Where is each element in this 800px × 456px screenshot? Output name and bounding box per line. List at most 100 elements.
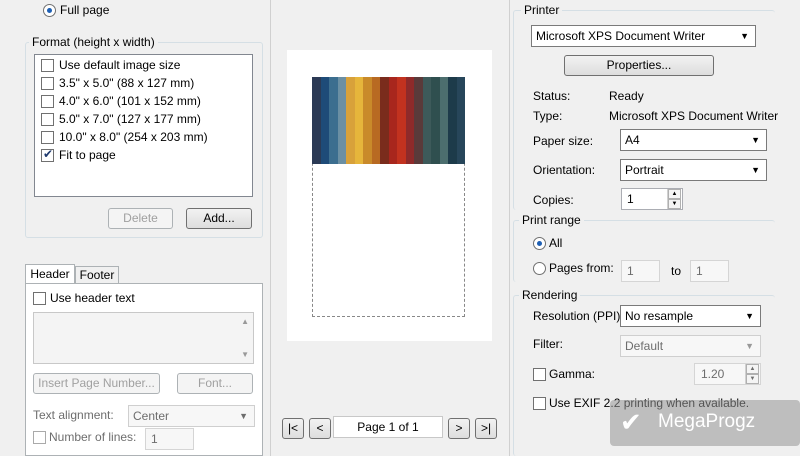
orientation-select[interactable]: Portrait ▼ <box>620 159 767 181</box>
printer-name: Microsoft XPS Document Writer <box>536 29 706 43</box>
scroll-up-icon: ▲ <box>241 317 249 326</box>
orientation-value: Portrait <box>625 163 664 177</box>
number-of-lines-label: Number of lines: <box>49 430 137 444</box>
image-stripe <box>346 77 355 164</box>
image-stripe <box>414 77 423 164</box>
font-button[interactable]: Font... <box>177 373 253 394</box>
type-label: Type: <box>533 109 563 123</box>
all-radio[interactable] <box>533 237 546 250</box>
text-alignment-select[interactable]: Center ▼ <box>128 405 255 427</box>
format-list-item[interactable]: 3.5" x 5.0" (88 x 127 mm) <box>35 73 252 91</box>
use-header-text-label: Use header text <box>50 291 135 305</box>
image-stripe <box>363 77 372 164</box>
filter-select[interactable]: Default ▼ <box>620 335 761 357</box>
delete-button[interactable]: Delete <box>108 208 173 229</box>
format-list-item[interactable]: 10.0" x 8.0" (254 x 203 mm) <box>35 127 252 145</box>
tab-footer[interactable]: Footer <box>75 266 119 284</box>
image-stripe <box>448 77 457 164</box>
image-stripe <box>405 77 414 164</box>
image-stripe <box>354 77 363 164</box>
image-stripe <box>371 77 380 164</box>
pages-to-input[interactable]: 1 <box>690 260 729 282</box>
format-item-label: 5.0" x 7.0" (127 x 177 mm) <box>59 112 201 126</box>
image-stripe <box>388 77 397 164</box>
image-stripe <box>397 77 406 164</box>
gamma-value: 1.20 <box>701 367 725 381</box>
format-list[interactable]: Use default image size 3.5" x 5.0" (88 x … <box>34 54 253 197</box>
full-page-radio[interactable] <box>43 4 56 17</box>
image-stripe <box>312 77 321 164</box>
page-preview <box>287 50 492 341</box>
copies-label: Copies: <box>533 193 574 207</box>
format-list-item[interactable]: 5.0" x 7.0" (127 x 177 mm) <box>35 109 252 127</box>
copies-input[interactable]: 1 ▲ ▼ <box>621 188 683 210</box>
format-item-checkbox[interactable] <box>41 95 54 108</box>
format-item-checkbox[interactable] <box>41 131 54 144</box>
chevron-down-icon: ▼ <box>745 311 754 321</box>
filter-label: Filter: <box>533 337 563 351</box>
image-stripe <box>337 77 346 164</box>
pages-from-input[interactable]: 1 <box>621 260 660 282</box>
format-legend: Format (height x width) <box>29 35 158 49</box>
image-stripe <box>329 77 338 164</box>
resolution-select[interactable]: No resample ▼ <box>620 305 761 327</box>
gamma-spinner[interactable]: ▲ ▼ <box>745 364 759 384</box>
format-item-checkbox[interactable] <box>41 113 54 126</box>
format-list-item[interactable]: Use default image size <box>35 55 252 73</box>
first-page-button[interactable]: |< <box>282 418 304 439</box>
format-list-item[interactable]: 4.0" x 6.0" (101 x 152 mm) <box>35 91 252 109</box>
tab-header[interactable]: Header <box>25 264 75 284</box>
number-of-lines-checkbox[interactable] <box>33 431 46 444</box>
printer-legend: Printer <box>521 3 563 17</box>
type-value: Microsoft XPS Document Writer <box>609 109 779 123</box>
format-item-checkbox[interactable] <box>41 77 54 90</box>
format-item-label: 3.5" x 5.0" (88 x 127 mm) <box>59 76 195 90</box>
exif-checkbox[interactable] <box>533 397 546 410</box>
image-stripe <box>422 77 431 164</box>
tab-footer-label: Footer <box>79 268 115 282</box>
paper-size-select[interactable]: A4 ▼ <box>620 129 767 151</box>
format-item-checkbox[interactable] <box>41 59 54 72</box>
image-stripe <box>320 77 329 164</box>
to-label: to <box>671 264 682 278</box>
properties-button[interactable]: Properties... <box>564 55 714 76</box>
format-list-item[interactable]: Fit to page <box>35 145 252 163</box>
format-item-label: Use default image size <box>59 58 181 72</box>
image-stripe <box>431 77 440 164</box>
all-label: All <box>549 236 563 250</box>
number-of-lines-input[interactable]: 1 <box>145 428 194 450</box>
watermark: ✔ MegaProgz <box>610 400 800 446</box>
copies-spinner[interactable]: ▲ ▼ <box>667 189 681 209</box>
image-stripe <box>439 77 448 164</box>
pages-from-radio[interactable] <box>533 262 546 275</box>
format-item-label: 4.0" x 6.0" (101 x 152 mm) <box>59 94 201 108</box>
prev-page-button[interactable]: < <box>309 418 331 439</box>
status-value: Ready <box>609 89 644 103</box>
resolution-value: No resample <box>625 309 694 323</box>
next-page-button[interactable]: > <box>448 418 470 439</box>
header-text-area[interactable]: ▲ ▼ <box>33 312 254 364</box>
last-page-button[interactable]: >| <box>475 418 497 439</box>
image-stripe <box>456 77 465 164</box>
insert-page-number-button[interactable]: Insert Page Number... <box>33 373 160 394</box>
page-indicator: Page 1 of 1 <box>333 416 443 438</box>
gamma-label: Gamma: <box>549 367 596 381</box>
text-alignment-value: Center <box>133 409 170 423</box>
resolution-label: Resolution (PPI): <box>533 309 624 323</box>
add-button[interactable]: Add... <box>186 208 252 229</box>
full-page-label: Full page <box>60 3 110 17</box>
status-label: Status: <box>533 89 571 103</box>
format-item-label: Fit to page <box>59 148 116 162</box>
use-header-text-checkbox[interactable] <box>33 292 46 305</box>
watermark-text: MegaProgz <box>658 411 756 432</box>
printer-select[interactable]: Microsoft XPS Document Writer ▼ <box>531 25 756 47</box>
text-alignment-label: Text alignment: <box>33 408 114 422</box>
gamma-checkbox[interactable] <box>533 368 546 381</box>
gamma-input[interactable]: 1.20 ▲ ▼ <box>694 363 761 385</box>
chevron-down-icon: ▼ <box>745 341 754 351</box>
format-item-checkbox[interactable] <box>41 147 54 162</box>
paper-size-label: Paper size: <box>533 134 594 148</box>
chevron-down-icon: ▼ <box>740 31 749 41</box>
format-item-label: 10.0" x 8.0" (254 x 203 mm) <box>59 130 208 144</box>
tab-header-label: Header <box>30 267 70 281</box>
